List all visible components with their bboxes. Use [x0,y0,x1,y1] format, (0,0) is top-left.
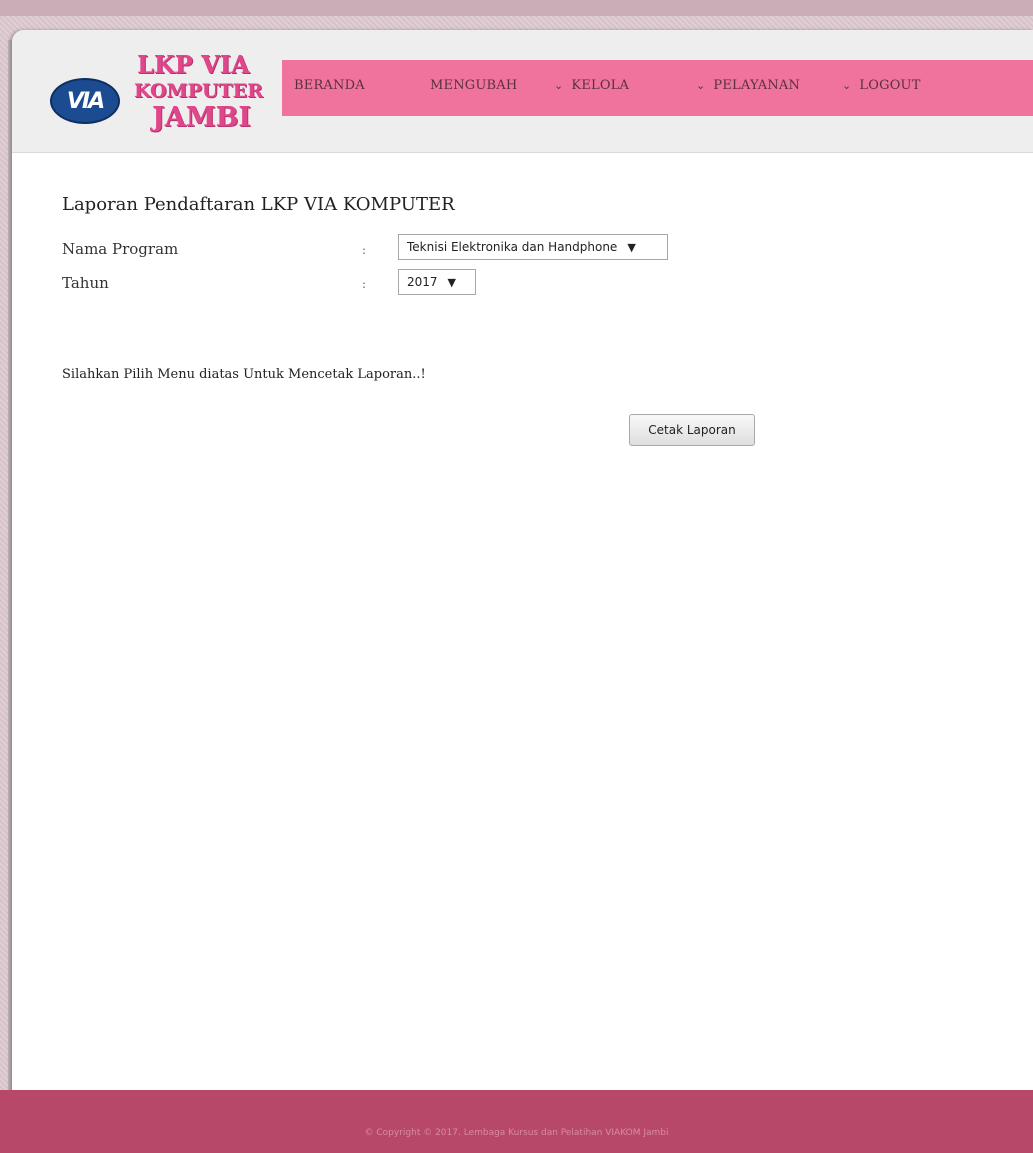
chevron-down-icon: ▼ [447,275,457,289]
brand-line-3: JAMBI [152,102,252,133]
chevron-down-icon: ▼ [627,240,636,254]
dropdown-arrow-icon: ⌄ [554,79,564,92]
browser-top-strip [0,0,1033,16]
program-select[interactable]: Teknisi Elektronika dan Handphone ▼ [398,234,668,260]
page-container: VIA LKP VIA KOMPUTER JAMBI BERANDA MENGU… [12,30,1033,1122]
page-title: Laporan Pendaftaran LKP VIA KOMPUTER [62,194,455,215]
print-report-button[interactable]: Cetak Laporan [629,414,755,446]
brand-line-2: KOMPUTER [134,80,263,102]
nav-label: BERANDA [294,78,365,93]
year-label: Tahun [62,274,109,292]
nav-label: KELOLA [571,78,630,93]
year-select-value: 2017 [407,275,438,289]
via-logo-icon[interactable]: VIA [50,78,120,124]
program-label: Nama Program [62,240,179,258]
instruction-text: Silahkan Pilih Menu diatas Untuk Menceta… [62,367,426,382]
site-header: VIA LKP VIA KOMPUTER JAMBI BERANDA MENGU… [12,30,1033,153]
program-colon: : [362,243,367,257]
dropdown-arrow-icon: ⌄ [842,79,852,92]
nav-label: MENGUBAH [430,78,518,93]
nav-item-beranda[interactable]: BERANDA [294,78,365,93]
program-select-value: Teknisi Elektronika dan Handphone [407,240,618,254]
year-colon: : [362,277,367,291]
nav-label: PELAYANAN [713,78,801,93]
year-select[interactable]: 2017 ▼ [398,269,476,295]
nav-item-pelayanan[interactable]: ⌄ PELAYANAN [696,78,800,93]
nav-item-kelola[interactable]: ⌄ KELOLA [554,78,629,93]
dropdown-arrow-icon: ⌄ [696,79,706,92]
main-nav: BERANDA MENGUBAH ⌄ KELOLA ⌄ PELAYANAN ⌄ LOG… [282,60,1033,116]
nav-item-logout[interactable]: ⌄ LOGOUT [842,78,921,93]
nav-item-mengubah[interactable]: MENGUBAH [430,78,517,93]
nav-label: LOGOUT [859,78,921,93]
brand-line-1: LKP VIA [137,50,250,79]
site-footer: © Copyright © 2017. Lembaga Kursus dan P… [0,1090,1033,1153]
copyright-text: © Copyright © 2017. Lembaga Kursus dan P… [364,1128,669,1138]
